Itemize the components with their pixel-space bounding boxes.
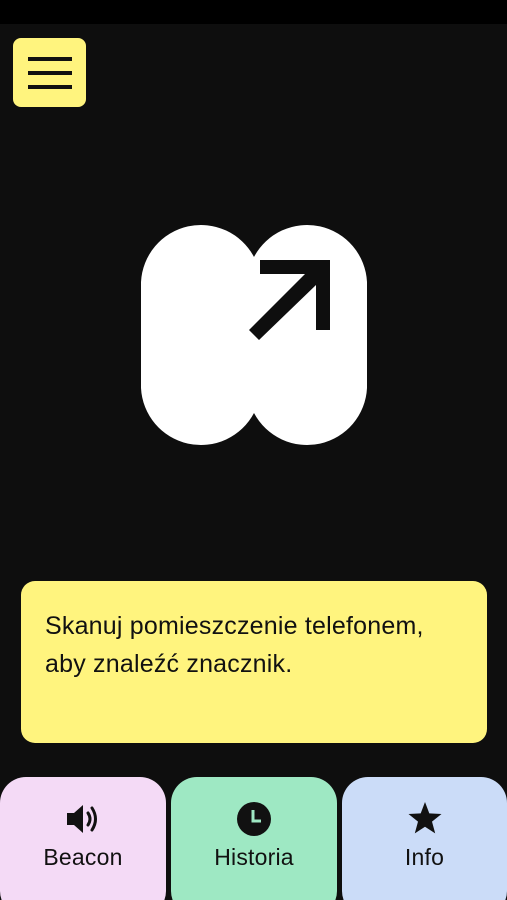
menu-button[interactable]	[13, 38, 86, 107]
app-logo	[141, 222, 367, 448]
nav-info-label: Info	[404, 844, 445, 870]
star-icon	[405, 799, 445, 839]
status-bar	[0, 0, 507, 24]
app-logo-arrow-icon	[141, 222, 367, 448]
clock-icon	[234, 799, 274, 839]
instruction-card: Skanuj pomieszczenie telefonem, aby znal…	[21, 581, 487, 743]
instruction-text: Skanuj pomieszczenie telefonem, aby znal…	[45, 612, 424, 678]
nav-info-button[interactable]: Info	[342, 777, 507, 900]
nav-history-button[interactable]: Historia	[171, 777, 337, 900]
nav-history-label: Historia	[214, 844, 294, 870]
speaker-icon	[63, 799, 103, 839]
nav-beacon-button[interactable]: Beacon	[0, 777, 166, 900]
bottom-navigation: Beacon Historia Info	[0, 777, 507, 900]
hamburger-menu-icon	[26, 55, 74, 91]
app-screen: Skanuj pomieszczenie telefonem, aby znal…	[0, 0, 507, 900]
nav-beacon-label: Beacon	[43, 844, 123, 870]
